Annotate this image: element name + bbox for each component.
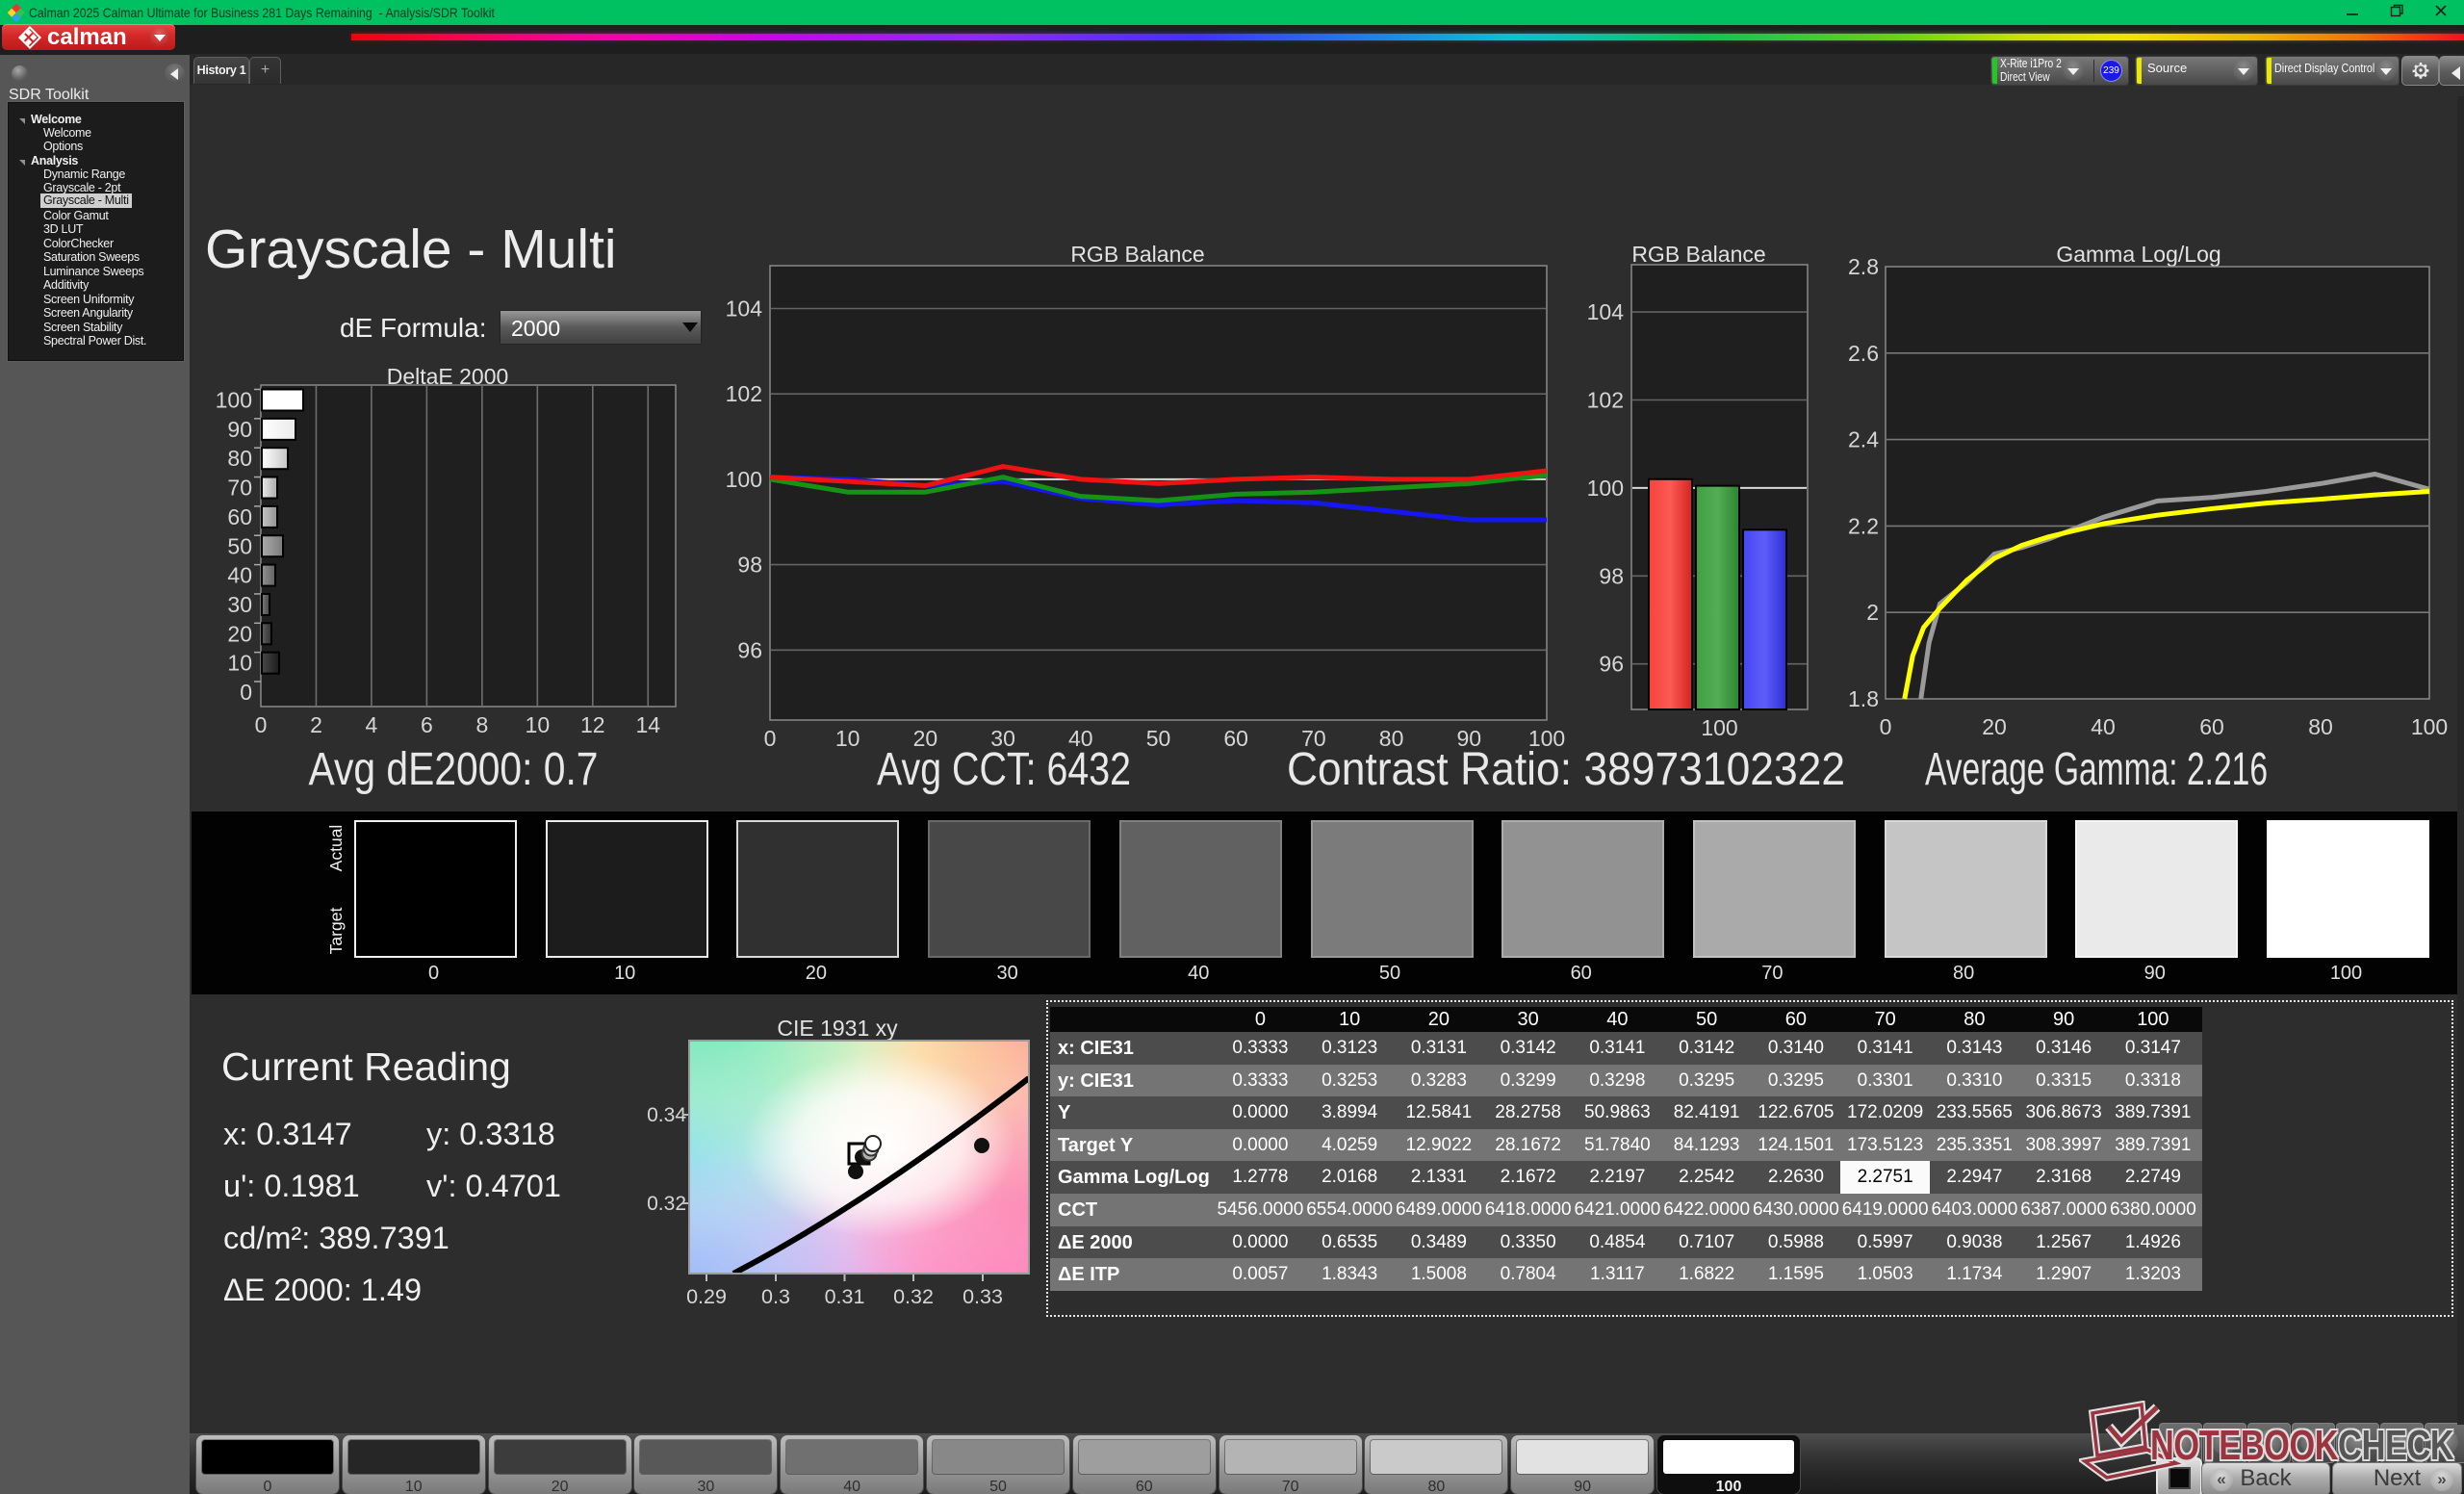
svg-text:100: 100	[1587, 476, 1624, 501]
svg-text:100: 100	[1701, 715, 1737, 740]
svg-text:0: 0	[764, 726, 777, 751]
svg-text:90: 90	[227, 417, 252, 442]
svg-text:2.4: 2.4	[1848, 427, 1879, 452]
svg-text:14: 14	[635, 712, 660, 737]
svg-text:20: 20	[1982, 714, 2007, 739]
svg-text:104: 104	[726, 296, 763, 322]
svg-text:98: 98	[1599, 563, 1624, 588]
svg-text:0.34: 0.34	[647, 1104, 686, 1126]
svg-text:50: 50	[227, 533, 252, 558]
svg-text:50: 50	[1146, 726, 1171, 751]
svg-text:2.8: 2.8	[1848, 254, 1879, 279]
svg-text:40: 40	[227, 563, 252, 588]
svg-text:10: 10	[227, 651, 252, 676]
svg-text:30: 30	[227, 592, 252, 617]
svg-text:12: 12	[580, 712, 605, 737]
svg-text:80: 80	[2308, 714, 2333, 739]
svg-text:20: 20	[227, 621, 252, 646]
svg-text:10: 10	[835, 726, 860, 751]
svg-text:60: 60	[2199, 714, 2224, 739]
svg-text:0: 0	[255, 712, 268, 737]
svg-text:0.32: 0.32	[647, 1193, 686, 1215]
svg-text:2: 2	[310, 712, 322, 737]
svg-text:100: 100	[726, 467, 762, 492]
svg-text:40: 40	[2091, 714, 2116, 739]
svg-text:80: 80	[227, 446, 252, 471]
svg-text:4: 4	[366, 712, 378, 737]
svg-text:102: 102	[1587, 388, 1624, 413]
svg-text:60: 60	[227, 504, 252, 529]
svg-text:0: 0	[1880, 714, 1892, 739]
svg-text:96: 96	[1599, 652, 1624, 677]
svg-text:0: 0	[240, 680, 252, 705]
svg-text:102: 102	[726, 381, 762, 406]
svg-text:98: 98	[737, 553, 762, 578]
svg-text:0.33: 0.33	[962, 1285, 1003, 1308]
svg-text:96: 96	[737, 637, 762, 662]
svg-text:2.2: 2.2	[1848, 513, 1879, 538]
svg-text:0.32: 0.32	[893, 1285, 934, 1308]
svg-text:10: 10	[526, 712, 551, 737]
svg-text:1.8: 1.8	[1848, 686, 1879, 711]
svg-text:100: 100	[216, 388, 252, 413]
svg-text:100: 100	[2411, 714, 2448, 739]
svg-text:2: 2	[1866, 600, 1879, 625]
svg-text:70: 70	[227, 476, 252, 501]
svg-text:0.29: 0.29	[686, 1285, 727, 1308]
svg-text:8: 8	[475, 712, 488, 737]
svg-text:2.6: 2.6	[1848, 341, 1879, 366]
svg-text:0.3: 0.3	[761, 1285, 790, 1308]
svg-text:60: 60	[1223, 726, 1248, 751]
svg-text:6: 6	[421, 712, 433, 737]
svg-text:0.31: 0.31	[825, 1285, 865, 1308]
svg-text:104: 104	[1587, 299, 1625, 324]
